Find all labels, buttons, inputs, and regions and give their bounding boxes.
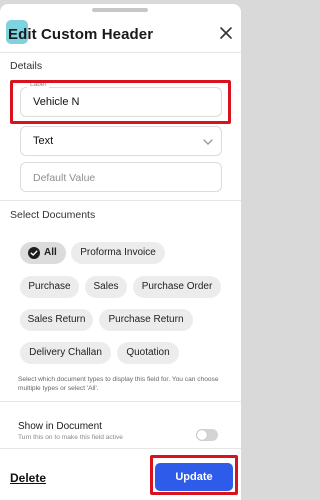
details-section-title: Details — [10, 60, 43, 72]
chip-proforma-invoice[interactable]: Proforma Invoice — [71, 242, 165, 264]
show-in-document-title: Show in Document — [18, 421, 102, 432]
show-in-document-subtitle: Turn this on to make this field active — [18, 434, 123, 440]
documents-helper-text: Select which document types to display t… — [18, 376, 219, 392]
show-in-document-toggle[interactable] — [196, 429, 218, 441]
check-icon — [28, 247, 40, 259]
documents-divider — [0, 401, 241, 402]
chip-sales[interactable]: Sales — [85, 276, 127, 298]
chip-delivery-challan[interactable]: Delivery Challan — [20, 342, 111, 364]
field-type-select[interactable]: Text — [20, 126, 222, 156]
chip-all[interactable]: All — [20, 242, 66, 264]
delete-button[interactable]: Delete — [10, 471, 46, 485]
sheet-footer: Delete Update — [0, 448, 241, 500]
label-field[interactable]: Label Vehicle N — [20, 81, 222, 117]
default-value-placeholder: Default Value — [33, 172, 96, 184]
details-divider — [0, 200, 241, 201]
sheet-grab-handle[interactable] — [92, 8, 148, 12]
edit-custom-header-sheet: Edit Custom Header Details Label Vehicle… — [0, 4, 241, 500]
chip-purchase-order[interactable]: Purchase Order — [133, 276, 221, 298]
field-type-value: Text — [33, 135, 54, 147]
chip-quotation[interactable]: Quotation — [117, 342, 179, 364]
label-field-floating-label: Label — [27, 81, 49, 88]
select-documents-title: Select Documents — [10, 209, 96, 221]
chevron-down-icon — [203, 139, 213, 145]
label-field-value: Vehicle N — [33, 96, 80, 108]
header-divider — [0, 52, 241, 53]
chip-purchase[interactable]: Purchase — [20, 276, 79, 298]
chip-purchase-return[interactable]: Purchase Return — [99, 309, 193, 331]
chip-all-label: All — [44, 247, 57, 258]
toggle-knob — [197, 430, 207, 440]
close-icon[interactable] — [219, 26, 233, 40]
default-value-field[interactable]: Default Value — [20, 162, 222, 192]
update-button[interactable]: Update — [155, 463, 233, 491]
sheet-title: Edit Custom Header — [8, 26, 154, 43]
chip-sales-return[interactable]: Sales Return — [20, 309, 93, 331]
